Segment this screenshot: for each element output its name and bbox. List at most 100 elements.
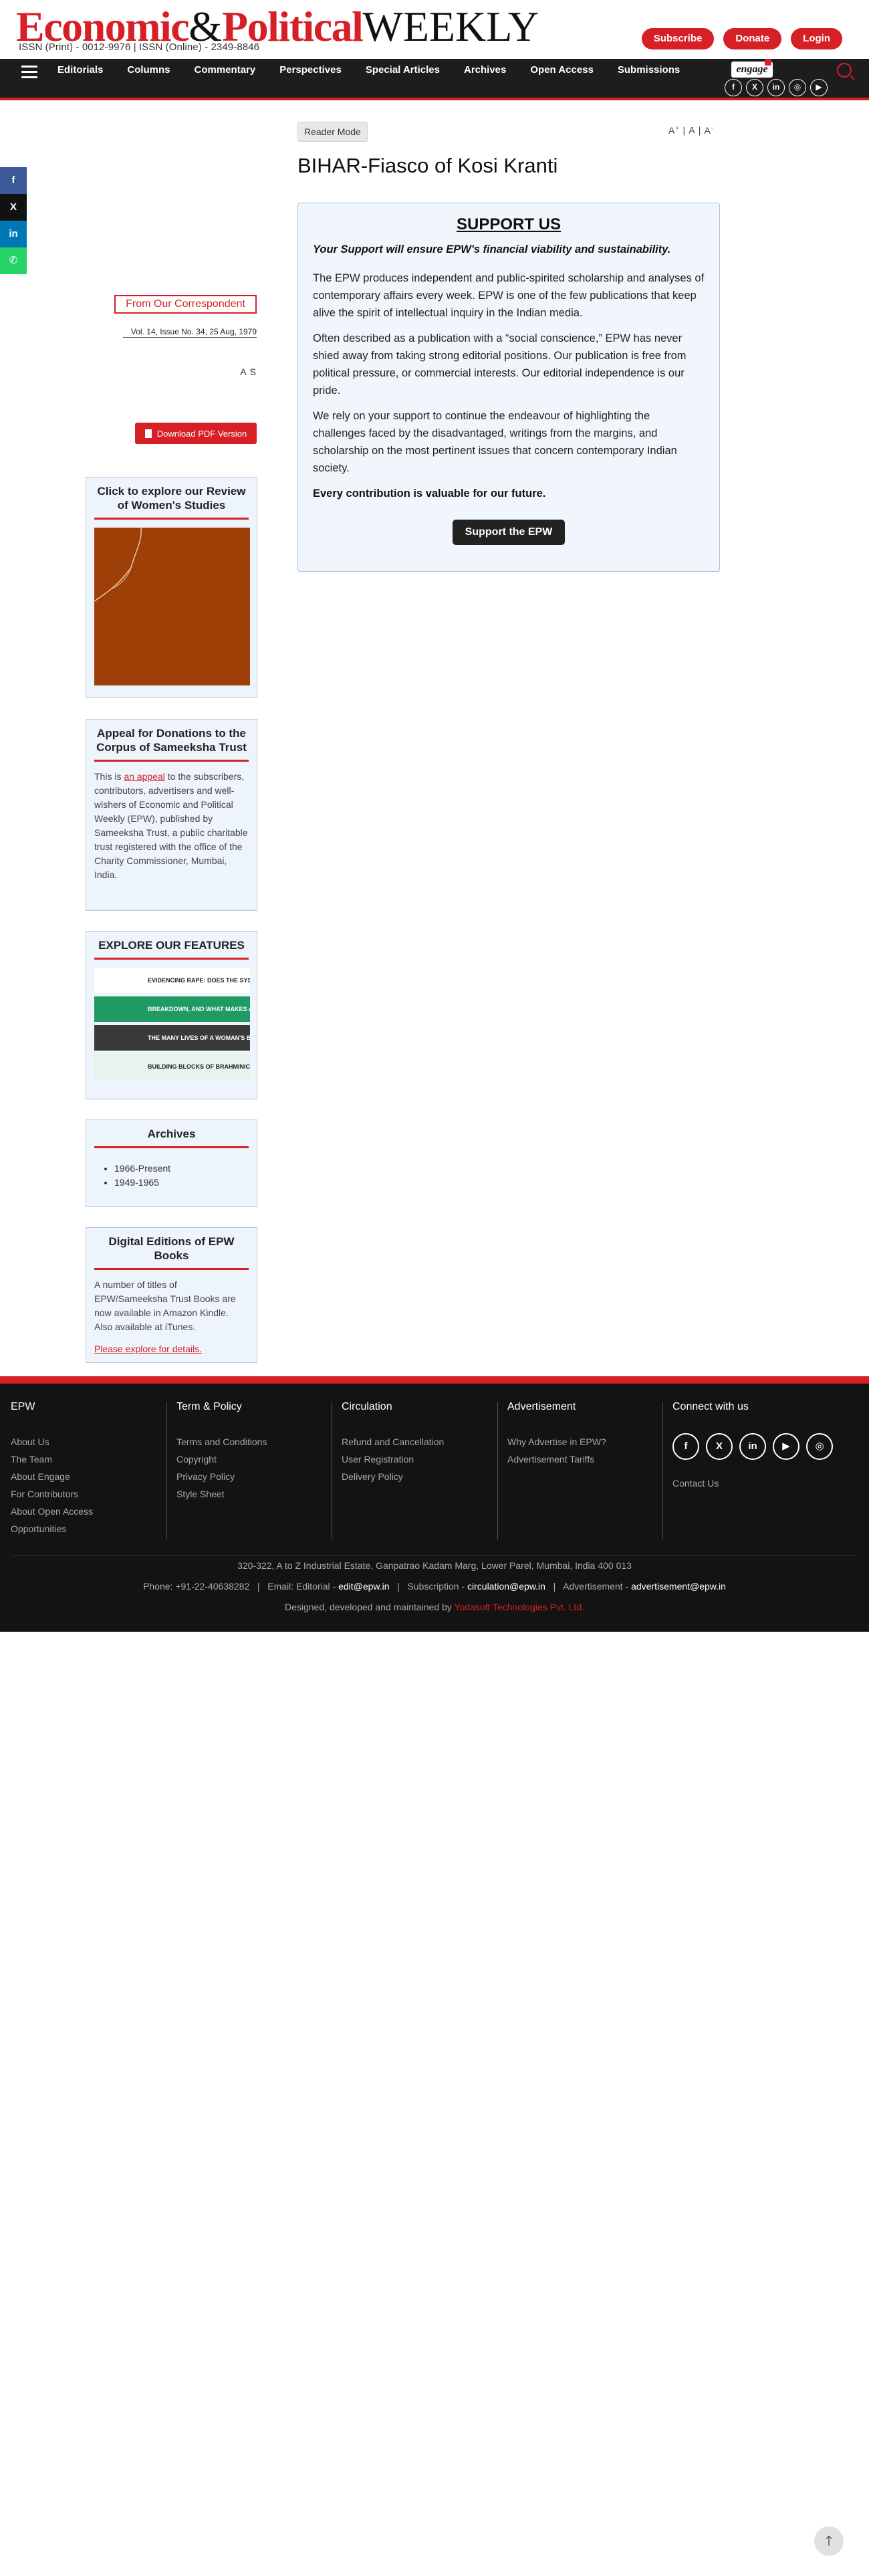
feature-banner-evidencing-rape[interactable]: EVIDENCING RAPE: DOES THE SYSTEM BELIEVE… xyxy=(94,968,250,993)
engage-label: engage xyxy=(736,64,768,75)
footer-link-about-open-access[interactable]: About Open Access xyxy=(11,1503,93,1520)
archives-card: Archives 1966-Present 1949-1965 xyxy=(86,1119,257,1207)
linkedin-icon[interactable]: in xyxy=(767,79,785,96)
footer-credit-text: Designed, developed and maintained by xyxy=(284,1602,455,1612)
footer-facebook-icon[interactable]: f xyxy=(672,1433,699,1460)
hamburger-menu-icon[interactable] xyxy=(21,66,37,80)
reader-mode-button[interactable]: Reader Mode xyxy=(297,122,368,142)
feature-banner-brahminical-patriarchy[interactable]: BUILDING BLOCKS OF BRAHMINICAL PATRIARCH… xyxy=(94,1054,250,1079)
author-correspondent-badge: From Our Correspondent xyxy=(114,295,257,314)
archives-item-1949-1965[interactable]: 1949-1965 xyxy=(114,1176,249,1190)
youtube-icon[interactable]: ▶ xyxy=(810,79,828,96)
font-reset-button[interactable]: A xyxy=(689,125,695,136)
engage-link[interactable]: engage xyxy=(731,59,773,78)
footer-subscription-label: Subscription - xyxy=(407,1581,468,1592)
footer-circulation-title: Circulation xyxy=(342,1401,392,1412)
footer-x-icon[interactable]: X xyxy=(706,1433,733,1460)
share-x-icon[interactable]: X xyxy=(0,194,27,221)
nav-editorials[interactable]: Editorials xyxy=(57,64,103,76)
font-increase-button[interactable]: A+ xyxy=(668,124,680,136)
nav-archives[interactable]: Archives xyxy=(464,64,506,76)
x-twitter-icon[interactable]: X xyxy=(746,79,763,96)
nav-special-articles[interactable]: Special Articles xyxy=(366,64,440,76)
review-card-title[interactable]: Click to explore our Review of Women's S… xyxy=(94,484,249,520)
back-to-top-button[interactable]: 🡑 xyxy=(814,2527,844,2556)
footer-link-privacy[interactable]: Privacy Policy xyxy=(176,1468,267,1485)
nav-social-links: f X in ◎ ▶ xyxy=(725,79,828,96)
font-decrease-button[interactable]: A- xyxy=(705,124,714,136)
facebook-icon[interactable]: f xyxy=(725,79,742,96)
footer-link-terms[interactable]: Terms and Conditions xyxy=(176,1433,267,1451)
nav-commentary[interactable]: Commentary xyxy=(195,64,256,76)
footer-link-delivery-policy[interactable]: Delivery Policy xyxy=(342,1468,444,1485)
footer-youtube-icon[interactable]: ▶ xyxy=(773,1433,799,1460)
login-button[interactable]: Login xyxy=(791,28,842,49)
footer-credit-link[interactable]: Yodasoft Technologies Pvt. Ltd. xyxy=(454,1602,584,1612)
footer-epw-title: EPW xyxy=(11,1401,35,1412)
footer-credit: Designed, developed and maintained by Yo… xyxy=(0,1602,869,1612)
footer-link-about-engage[interactable]: About Engage xyxy=(11,1468,93,1485)
footer-divider xyxy=(166,1402,167,1539)
footer-link-advertisement-tariffs[interactable]: Advertisement Tariffs xyxy=(507,1451,606,1468)
share-facebook-icon[interactable]: f xyxy=(0,167,27,194)
footer-advertisement-title: Advertisement xyxy=(507,1401,576,1412)
appeal-card-text: This is an appeal to the subscribers, co… xyxy=(94,770,249,882)
footer-editorial-email[interactable]: edit@epw.in xyxy=(338,1581,389,1592)
feature-banner-womans-body[interactable]: THE MANY LIVES OF A WOMAN'S BODY xyxy=(94,1025,250,1051)
nav-open-access[interactable]: Open Access xyxy=(530,64,594,76)
footer-link-style-sheet[interactable]: Style Sheet xyxy=(176,1485,267,1503)
footer-link-copyright[interactable]: Copyright xyxy=(176,1451,267,1468)
footer-link-contact-us[interactable]: Contact Us xyxy=(672,1475,833,1492)
issn-text: ISSN (Print) - 0012-9976 | ISSN (Online)… xyxy=(19,41,260,53)
footer-col-epw: EPW About Us The Team About Engage For C… xyxy=(11,1384,93,1541)
support-paragraph-1: The EPW produces independent and public-… xyxy=(313,272,705,319)
digital-editions-title: Digital Editions of EPW Books xyxy=(94,1235,249,1270)
footer-address: 320-322, A to Z Industrial Estate, Ganpa… xyxy=(237,1560,632,1571)
nav-columns[interactable]: Columns xyxy=(127,64,170,76)
share-linkedin-icon[interactable]: in xyxy=(0,221,27,247)
feature-banner-mahatma-dialogue[interactable]: BREAKDOWN, AND WHAT MAKES A CITIZEN: A M… xyxy=(94,996,250,1022)
subscribe-button[interactable]: Subscribe xyxy=(641,28,715,49)
digital-editions-card: Digital Editions of EPW Books A number o… xyxy=(86,1227,257,1363)
article-title: BIHAR-Fiasco of Kosi Kranti xyxy=(297,154,558,177)
appeal-link[interactable]: an appeal xyxy=(124,771,165,782)
footer-col-connect: Connect with us f X in ▶ ◎ Contact Us xyxy=(672,1384,833,1541)
nav-perspectives[interactable]: Perspectives xyxy=(279,64,342,76)
footer-linkedin-icon[interactable]: in xyxy=(739,1433,766,1460)
footer-contact-line: Phone: +91-22-40638282 | Email: Editoria… xyxy=(143,1581,726,1592)
features-list: EVIDENCING RAPE: DOES THE SYSTEM BELIEVE… xyxy=(94,968,250,1079)
footer-link-refund[interactable]: Refund and Cancellation xyxy=(342,1433,444,1451)
nav-submissions[interactable]: Submissions xyxy=(618,64,680,76)
issue-volume-link[interactable]: Vol. 14, Issue No. 34, 25 Aug, 1979 xyxy=(123,327,257,338)
footer-connect-title: Connect with us xyxy=(672,1401,749,1412)
footer-advertisement-email[interactable]: advertisement@epw.in xyxy=(631,1581,726,1592)
appeal-text-post: to the subscribers, contributors, advert… xyxy=(94,771,248,880)
digital-editions-link[interactable]: Please explore for details. xyxy=(94,1344,202,1354)
donate-button[interactable]: Donate xyxy=(723,28,782,49)
search-icon[interactable] xyxy=(837,63,852,78)
footer-link-for-contributors[interactable]: For Contributors xyxy=(11,1485,93,1503)
footer-instagram-icon[interactable]: ◎ xyxy=(806,1433,833,1460)
footer-link-user-registration[interactable]: User Registration xyxy=(342,1451,444,1468)
archives-list: 1966-Present 1949-1965 xyxy=(94,1156,249,1199)
footer-advertisement-label: Advertisement - xyxy=(563,1581,632,1592)
support-heading: SUPPORT US xyxy=(456,215,562,233)
support-epw-button[interactable]: Support the EPW xyxy=(453,520,565,545)
site-footer: EPW About Us The Team About Engage For C… xyxy=(0,1376,869,1632)
appeal-card-title: Appeal for Donations to the Corpus of Sa… xyxy=(94,726,249,762)
footer-subscription-email[interactable]: circulation@epw.in xyxy=(467,1581,545,1592)
footer-link-the-team[interactable]: The Team xyxy=(11,1451,93,1468)
share-whatsapp-icon[interactable]: ✆ xyxy=(0,247,27,274)
archives-item-1966-present[interactable]: 1966-Present xyxy=(114,1162,249,1176)
site-header: Economic&PoliticalWEEKLY ISSN (Print) - … xyxy=(0,0,869,59)
footer-link-about-us[interactable]: About Us xyxy=(11,1433,93,1451)
footer-link-opportunities[interactable]: Opportunities xyxy=(11,1520,93,1537)
logo-weekly: WEEKLY xyxy=(362,3,539,50)
review-cover-image[interactable] xyxy=(94,528,250,685)
footer-link-why-advertise[interactable]: Why Advertise in EPW? xyxy=(507,1433,606,1451)
explore-features-card: EXPLORE OUR FEATURES EVIDENCING RAPE: DO… xyxy=(86,931,257,1099)
download-pdf-button[interactable]: Download PDF Version xyxy=(135,423,257,444)
instagram-icon[interactable]: ◎ xyxy=(789,79,806,96)
support-paragraph-2: Often described as a publication with a … xyxy=(313,332,687,397)
appeal-text-pre: This is xyxy=(94,771,124,782)
